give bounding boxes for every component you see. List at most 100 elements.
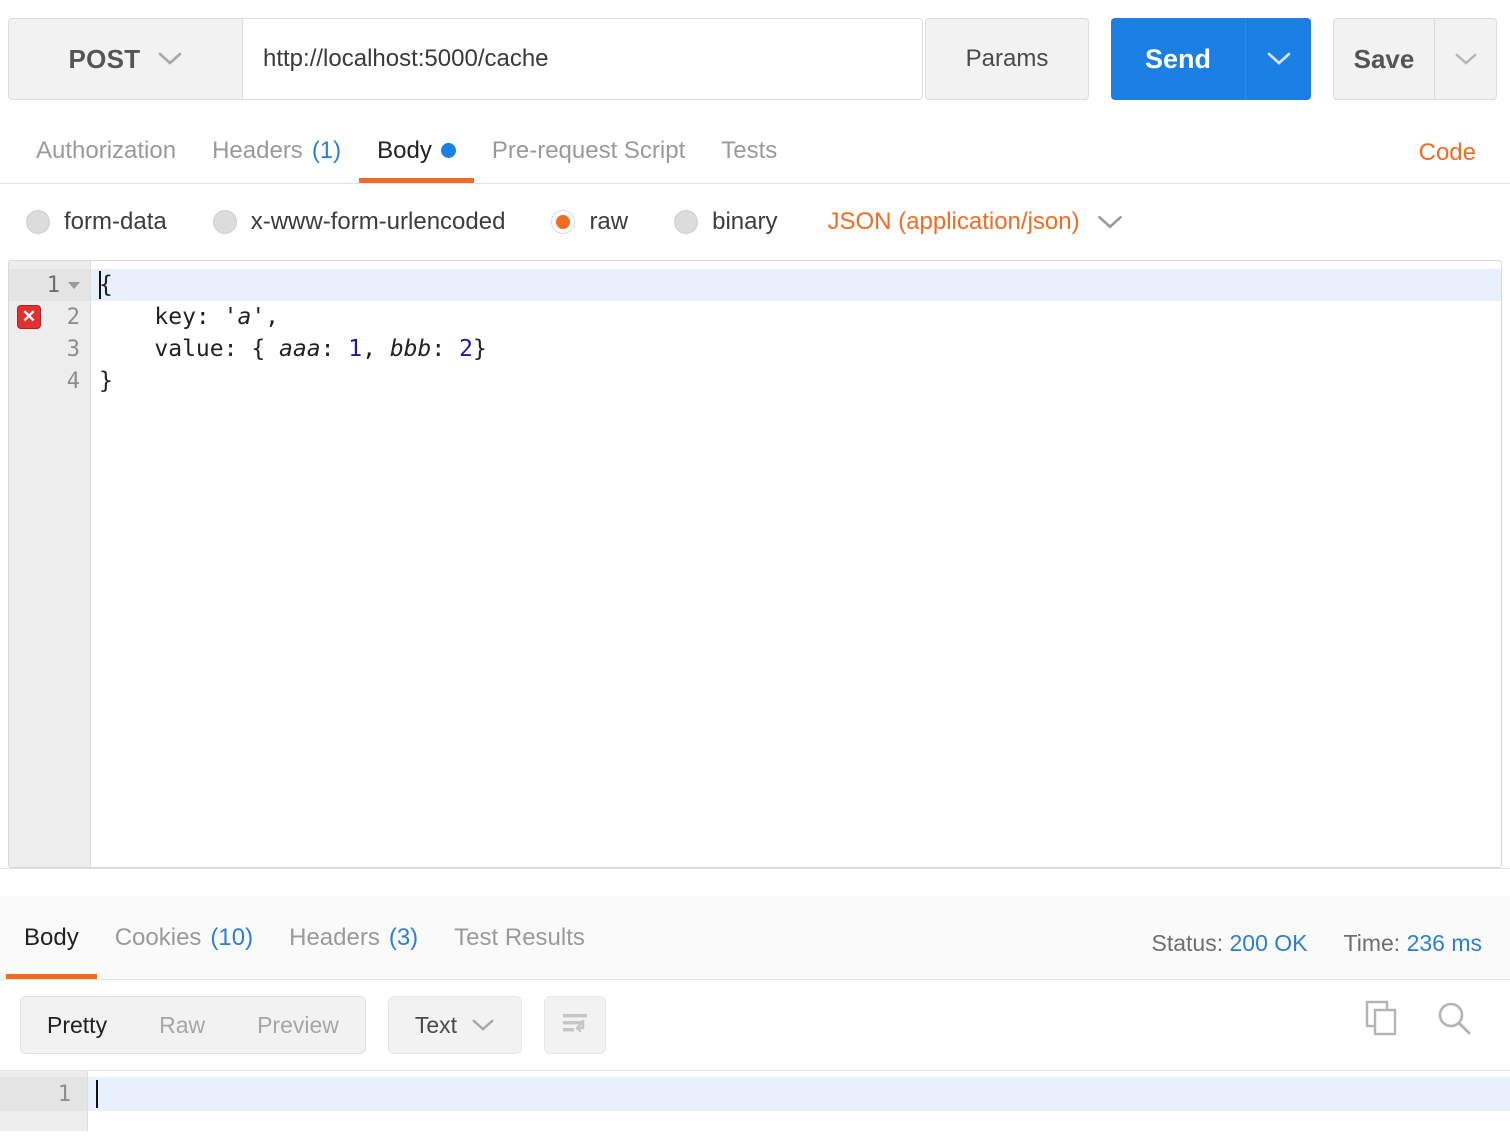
- line-number: 1: [47, 273, 60, 298]
- content-type-label: JSON (application/json): [827, 208, 1079, 236]
- tab-label: Cookies: [115, 924, 202, 952]
- gutter-line[interactable]: 1: [9, 269, 90, 301]
- tab-headers[interactable]: Headers (1): [194, 118, 359, 183]
- editor-code-area[interactable]: { key: 'a', value: { aaa: 1, bbb: 2} }: [91, 261, 1501, 867]
- tab-body[interactable]: Body: [359, 118, 474, 183]
- code-text: value: {: [99, 336, 279, 362]
- line-number: 3: [67, 337, 80, 362]
- tab-count: (3): [389, 924, 418, 952]
- tab-tests[interactable]: Tests: [703, 118, 795, 183]
- status-value: 200 OK: [1230, 930, 1308, 956]
- code-link[interactable]: Code: [1419, 139, 1476, 167]
- radio-icon: [674, 210, 698, 234]
- code-line: value: { aaa: 1, bbb: 2}: [91, 333, 1501, 365]
- response-tab-cookies[interactable]: Cookies (10): [97, 896, 271, 979]
- body-mode-form-data[interactable]: form-data: [26, 208, 167, 236]
- time-value: 236 ms: [1407, 930, 1482, 956]
- tab-count: (10): [210, 924, 253, 952]
- line-number: 4: [67, 369, 80, 394]
- code-text: key:: [99, 304, 224, 330]
- format-label: Text: [415, 1012, 457, 1039]
- tab-authorization[interactable]: Authorization: [18, 118, 194, 183]
- chevron-down-icon: [1266, 51, 1292, 67]
- gutter-line[interactable]: ✕ 2: [9, 301, 90, 333]
- code-key: bbb: [390, 336, 432, 362]
- view-mode-raw[interactable]: Raw: [133, 997, 231, 1053]
- code-text: }: [99, 368, 113, 394]
- response-tab-body[interactable]: Body: [6, 896, 97, 979]
- method-url-group: POST http://localhost:5000/cache: [8, 18, 923, 100]
- word-wrap-icon: [560, 1011, 590, 1040]
- request-url-bar: POST http://localhost:5000/cache Params …: [0, 0, 1510, 118]
- request-tabs: Authorization Headers (1) Body Pre-reque…: [0, 118, 1510, 184]
- chevron-down-icon: [471, 1018, 495, 1033]
- response-tab-test-results[interactable]: Test Results: [436, 896, 603, 979]
- response-body-viewer[interactable]: 1: [0, 1070, 1510, 1131]
- save-options-button[interactable]: [1434, 19, 1496, 99]
- body-mode-binary[interactable]: binary: [674, 208, 777, 236]
- panel-splitter[interactable]: [0, 868, 1510, 896]
- tab-label: Test Results: [454, 924, 585, 952]
- gutter-line[interactable]: 4: [9, 365, 90, 397]
- search-icon: [1435, 999, 1473, 1042]
- code-text: :: [321, 336, 349, 362]
- response-toolbar: Pretty Raw Preview Text: [0, 980, 1510, 1070]
- view-mode-preview[interactable]: Preview: [231, 997, 365, 1053]
- http-method-label: POST: [69, 44, 141, 75]
- time-badge: Time: 236 ms: [1344, 930, 1482, 957]
- url-input[interactable]: http://localhost:5000/cache: [243, 19, 922, 99]
- code-line: {: [91, 269, 1501, 301]
- radio-selected-icon: [551, 210, 575, 234]
- view-mode-pretty[interactable]: Pretty: [21, 997, 133, 1053]
- tab-count: (1): [312, 137, 341, 165]
- tab-label: Headers: [289, 924, 380, 952]
- request-body-editor[interactable]: 1 ✕ 2 3 4 { key: 'a', value: { aaa: 1, b…: [8, 260, 1502, 868]
- editor-gutter: 1 ✕ 2 3 4: [9, 261, 91, 867]
- radio-label: raw: [589, 208, 628, 236]
- radio-label: x-www-form-urlencoded: [251, 208, 506, 236]
- params-button[interactable]: Params: [925, 18, 1089, 100]
- send-button[interactable]: Send: [1111, 18, 1245, 100]
- response-meta: Status: 200 OK Time: 236 ms: [1152, 930, 1482, 957]
- tab-pre-request-script[interactable]: Pre-request Script: [474, 118, 703, 183]
- word-wrap-button[interactable]: [544, 996, 606, 1054]
- response-tool-icons: [1360, 998, 1476, 1042]
- response-view-mode-group: Pretty Raw Preview: [20, 996, 366, 1054]
- tab-label: Body: [377, 137, 432, 165]
- chevron-down-icon: [1096, 214, 1124, 231]
- chevron-down-icon: [1454, 52, 1478, 67]
- code-line: }: [91, 365, 1501, 397]
- status-label: Status:: [1152, 930, 1224, 956]
- send-button-group: Send: [1111, 18, 1311, 100]
- save-button[interactable]: Save: [1334, 19, 1434, 99]
- radio-icon: [26, 210, 50, 234]
- chevron-down-icon: [157, 51, 183, 67]
- search-button[interactable]: [1432, 998, 1476, 1042]
- line-number: 1: [58, 1082, 71, 1107]
- copy-button[interactable]: [1360, 998, 1404, 1042]
- gutter-line[interactable]: 3: [9, 333, 90, 365]
- copy-icon: [1364, 999, 1400, 1042]
- code-line: [88, 1077, 1510, 1111]
- http-method-dropdown[interactable]: POST: [9, 19, 243, 99]
- save-button-group: Save: [1333, 18, 1497, 100]
- response-tab-headers[interactable]: Headers (3): [271, 896, 436, 979]
- code-text: ,: [362, 336, 390, 362]
- content-type-dropdown[interactable]: JSON (application/json): [827, 208, 1123, 236]
- body-mode-urlencoded[interactable]: x-www-form-urlencoded: [213, 208, 506, 236]
- fold-triangle-icon[interactable]: [68, 282, 80, 289]
- tab-label: Headers: [212, 137, 303, 165]
- url-value: http://localhost:5000/cache: [263, 45, 549, 73]
- code-text: }: [473, 336, 487, 362]
- time-label: Time:: [1344, 930, 1401, 956]
- response-format-dropdown[interactable]: Text: [388, 996, 522, 1054]
- radio-label: form-data: [64, 208, 167, 236]
- send-options-button[interactable]: [1245, 18, 1311, 100]
- tab-label: Authorization: [36, 137, 176, 165]
- code-text: ,: [265, 304, 279, 330]
- body-mode-row: form-data x-www-form-urlencoded raw bina…: [0, 184, 1510, 260]
- response-tabs: Body Cookies (10) Headers (3) Test Resul…: [0, 896, 1510, 980]
- error-marker-icon[interactable]: ✕: [17, 305, 41, 329]
- response-code-area[interactable]: [88, 1071, 1510, 1131]
- body-mode-raw[interactable]: raw: [551, 208, 628, 236]
